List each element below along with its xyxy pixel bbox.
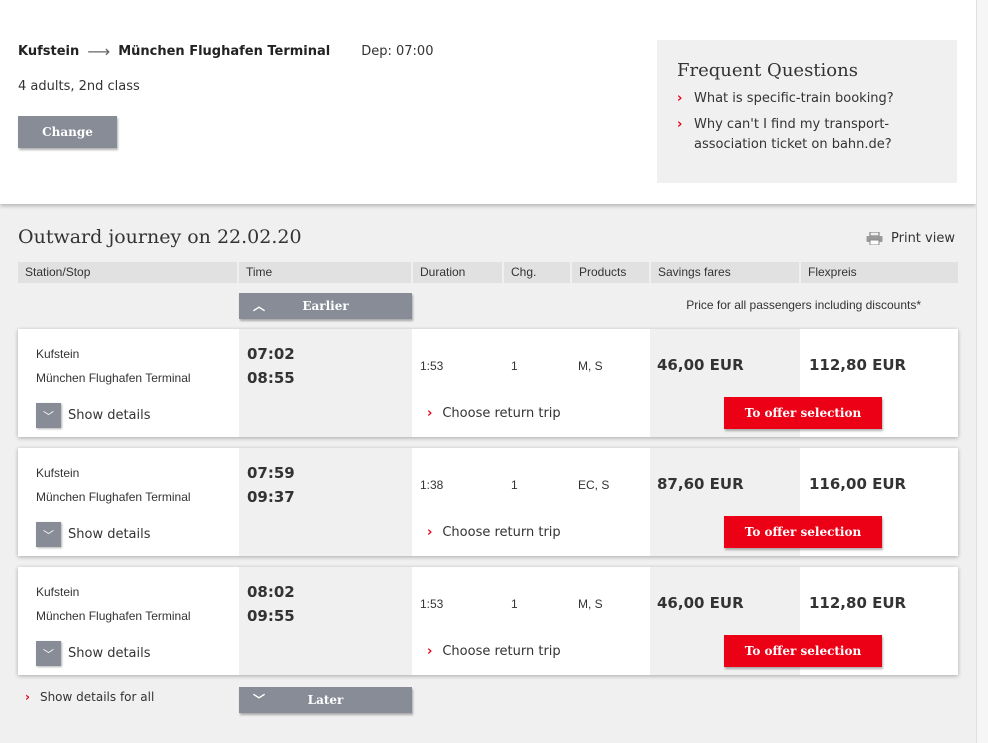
chevron-right-icon: › (427, 525, 433, 540)
chevron-right-icon: › (677, 91, 683, 106)
origin-stop: Kufstein (36, 585, 80, 599)
arrival-time: 08:55 (247, 369, 295, 387)
duration: 1:53 (420, 359, 444, 373)
earlier-button[interactable]: ︿ Earlier (239, 293, 412, 319)
origin-stop: Kufstein (36, 466, 80, 480)
chevron-right-icon: › (677, 117, 683, 132)
search-summary-panel: Kufstein ⟶ München Flughafen Terminal De… (0, 0, 976, 204)
column-header: Products (572, 262, 651, 283)
destination-stop: München Flughafen Terminal (36, 490, 191, 504)
offer-selection-button[interactable]: To offer selection (724, 516, 882, 548)
departure-time: Dep: 07:00 (361, 44, 434, 59)
show-details-for-all-link[interactable]: › Show details for all (25, 690, 154, 704)
savings-price[interactable]: 46,00 EUR (657, 594, 744, 612)
printer-icon (866, 231, 883, 246)
scrollbar[interactable] (976, 0, 988, 743)
origin-station: Kufstein (18, 44, 80, 59)
column-header: Flexpreis (808, 265, 857, 279)
faq-title: Frequent Questions (677, 60, 858, 81)
show-details-toggle[interactable]: ﹀ Show details (36, 403, 151, 428)
passenger-summary: 4 adults, 2nd class (18, 79, 140, 94)
change-search-button[interactable]: Change (18, 116, 117, 148)
chevron-down-icon: ﹀ (36, 522, 61, 547)
chevron-down-icon: ﹀ (253, 693, 266, 707)
chevron-up-icon: ︿ (253, 299, 266, 313)
route-summary: Kufstein ⟶ München Flughafen Terminal De… (18, 42, 433, 61)
flex-price[interactable]: 112,80 EUR (809, 356, 906, 374)
flex-price[interactable]: 116,00 EUR (809, 475, 906, 493)
connection-row: Kufstein München Flughafen Terminal 08:0… (18, 567, 958, 675)
changes: 1 (511, 597, 518, 611)
column-header: Station/Stop (18, 262, 239, 283)
changes: 1 (511, 359, 518, 373)
departure-time: 08:02 (247, 583, 295, 601)
column-header: Chg. (504, 262, 572, 283)
connection-row: Kufstein München Flughafen Terminal 07:5… (18, 448, 958, 556)
results-table-header: Station/Stop Time Duration Chg. Products… (18, 262, 958, 283)
price-note: Price for all passengers including disco… (686, 298, 921, 312)
faq-link[interactable]: › What is specific-train booking? (677, 89, 937, 109)
savings-price[interactable]: 46,00 EUR (657, 356, 744, 374)
arrival-time: 09:37 (247, 488, 295, 506)
print-view-link[interactable]: Print view (866, 231, 955, 246)
faq-link[interactable]: › Why can't I find my transport-associat… (677, 115, 937, 155)
arrow-right-icon: ⟶ (87, 42, 111, 61)
duration: 1:53 (420, 597, 444, 611)
chevron-right-icon: › (427, 406, 433, 421)
chevron-down-icon: ﹀ (36, 403, 61, 428)
show-details-toggle[interactable]: ﹀ Show details (36, 641, 151, 666)
arrival-time: 09:55 (247, 607, 295, 625)
departure-time: 07:59 (247, 464, 295, 482)
chevron-down-icon: ﹀ (36, 641, 61, 666)
products: M, S (578, 597, 603, 611)
changes: 1 (511, 478, 518, 492)
faq-box: Frequent Questions › What is specific-tr… (657, 40, 957, 183)
chevron-right-icon: › (427, 644, 433, 659)
choose-return-trip-link[interactable]: › Choose return trip (427, 406, 561, 421)
results-title: Outward journey on 22.02.20 (18, 226, 302, 248)
destination-stop: München Flughafen Terminal (36, 609, 191, 623)
products: EC, S (578, 478, 610, 492)
chevron-right-icon: › (25, 690, 30, 704)
later-button[interactable]: ﹀ Later (239, 687, 412, 713)
column-header: Savings fares (651, 262, 801, 283)
choose-return-trip-link[interactable]: › Choose return trip (427, 525, 561, 540)
duration: 1:38 (420, 478, 444, 492)
savings-price[interactable]: 87,60 EUR (657, 475, 744, 493)
products: M, S (578, 359, 603, 373)
connection-row: Kufstein München Flughafen Terminal 07:0… (18, 329, 958, 437)
flex-price[interactable]: 112,80 EUR (809, 594, 906, 612)
offer-selection-button[interactable]: To offer selection (724, 635, 882, 667)
choose-return-trip-link[interactable]: › Choose return trip (427, 644, 561, 659)
origin-stop: Kufstein (36, 347, 80, 361)
destination-station: München Flughafen Terminal (118, 44, 331, 59)
offer-selection-button[interactable]: To offer selection (724, 397, 882, 429)
column-header: Time (239, 262, 413, 283)
column-header: Duration (413, 262, 504, 283)
show-details-toggle[interactable]: ﹀ Show details (36, 522, 151, 547)
destination-stop: München Flughafen Terminal (36, 371, 191, 385)
departure-time: 07:02 (247, 345, 295, 363)
